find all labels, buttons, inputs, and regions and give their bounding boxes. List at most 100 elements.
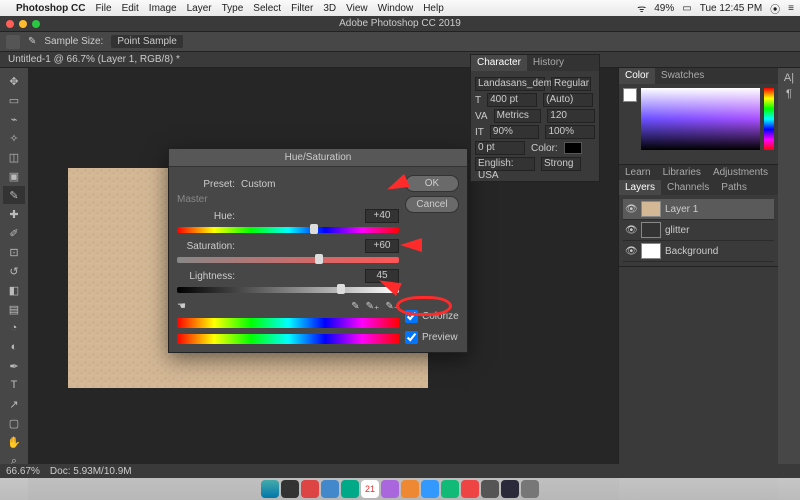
visibility-icon[interactable]: 👁 bbox=[625, 225, 637, 236]
lang-select[interactable]: English: USA bbox=[475, 157, 535, 171]
brush-tool[interactable]: ✐ bbox=[3, 224, 25, 242]
dock-app-icon[interactable] bbox=[401, 480, 419, 498]
spotlight-icon[interactable]: ⦿ bbox=[770, 1, 780, 16]
char-panel-icon[interactable]: A| bbox=[784, 72, 794, 84]
close-button[interactable] bbox=[6, 20, 14, 28]
para-panel-icon[interactable]: ¶ bbox=[786, 88, 792, 100]
layer-row[interactable]: 👁 Background bbox=[623, 241, 774, 262]
dock-app-icon[interactable] bbox=[341, 480, 359, 498]
move-tool[interactable]: ✥ bbox=[3, 72, 25, 90]
heal-tool[interactable]: ✚ bbox=[3, 205, 25, 223]
dock-app-icon[interactable] bbox=[441, 480, 459, 498]
saturation-slider[interactable] bbox=[177, 257, 399, 263]
menu-type[interactable]: Type bbox=[222, 3, 244, 14]
dock-app-icon[interactable] bbox=[381, 480, 399, 498]
swatches-tab[interactable]: Swatches bbox=[655, 68, 710, 84]
dock-app-icon[interactable] bbox=[481, 480, 499, 498]
libraries-tab[interactable]: Libraries bbox=[657, 165, 707, 180]
kerning-input[interactable]: 120 bbox=[547, 109, 595, 123]
finder-icon[interactable] bbox=[261, 480, 279, 498]
path-tool[interactable]: ↗ bbox=[3, 395, 25, 413]
cancel-button[interactable]: Cancel bbox=[405, 196, 459, 213]
dodge-tool[interactable]: ◐ bbox=[3, 338, 25, 356]
zoom-button[interactable] bbox=[32, 20, 40, 28]
adjustments-tab[interactable]: Adjustments bbox=[707, 165, 774, 180]
visibility-icon[interactable]: 👁 bbox=[625, 204, 637, 215]
pen-tool[interactable]: ✒ bbox=[3, 357, 25, 375]
home-icon[interactable] bbox=[6, 35, 20, 49]
paths-tab[interactable]: Paths bbox=[715, 180, 753, 195]
preview-checkbox[interactable] bbox=[405, 331, 418, 344]
color-tab[interactable]: Color bbox=[619, 68, 655, 84]
hscale-input[interactable]: 100% bbox=[545, 125, 595, 139]
channels-tab[interactable]: Channels bbox=[661, 180, 715, 195]
menu-image[interactable]: Image bbox=[149, 3, 177, 14]
fg-swatch[interactable] bbox=[623, 88, 637, 102]
wand-tool[interactable]: ✧ bbox=[3, 129, 25, 147]
saturation-input[interactable]: +60 bbox=[365, 239, 399, 253]
photoshop-dock-icon[interactable] bbox=[501, 480, 519, 498]
finger-icon[interactable]: ☚ bbox=[177, 301, 186, 312]
layer-name[interactable]: glitter bbox=[665, 225, 689, 236]
menu-view[interactable]: View bbox=[346, 3, 368, 14]
eyedrop-icon[interactable]: ✎ bbox=[351, 301, 359, 312]
launchpad-icon[interactable] bbox=[281, 480, 299, 498]
eyedrop-plus-icon[interactable]: ✎₊ bbox=[366, 301, 380, 312]
menu-layer[interactable]: Layer bbox=[187, 3, 212, 14]
aa-select[interactable]: Strong bbox=[541, 157, 581, 171]
character-tab[interactable]: Character bbox=[471, 55, 527, 71]
dock-app-icon[interactable] bbox=[461, 480, 479, 498]
lightness-slider[interactable] bbox=[177, 287, 399, 293]
size-input[interactable]: 400 pt bbox=[487, 93, 537, 107]
menu-help[interactable]: Help bbox=[423, 3, 444, 14]
tracking-input[interactable]: Metrics bbox=[494, 109, 542, 123]
eyedropper-icon[interactable]: ✎ bbox=[28, 36, 36, 47]
menu-window[interactable]: Window bbox=[378, 3, 414, 14]
text-color-swatch[interactable] bbox=[564, 142, 582, 154]
hue-slider[interactable] bbox=[177, 227, 399, 233]
calendar-icon[interactable]: 21 bbox=[361, 480, 379, 498]
lasso-tool[interactable]: ⌁ bbox=[3, 110, 25, 128]
ok-button[interactable]: OK bbox=[405, 175, 459, 192]
dock-app-icon[interactable] bbox=[301, 480, 319, 498]
leading-input[interactable]: (Auto) bbox=[543, 93, 593, 107]
menu-select[interactable]: Select bbox=[253, 3, 281, 14]
menu-3d[interactable]: 3D bbox=[323, 3, 336, 14]
menu-edit[interactable]: Edit bbox=[122, 3, 139, 14]
zoom-level[interactable]: 66.67% bbox=[6, 466, 40, 477]
eyedropper-tool[interactable]: ✎ bbox=[3, 186, 25, 204]
layer-name[interactable]: Background bbox=[665, 246, 718, 257]
vscale-input[interactable]: 90% bbox=[490, 125, 540, 139]
menubar-app[interactable]: Photoshop CC bbox=[16, 3, 85, 14]
history-brush-tool[interactable]: ↺ bbox=[3, 262, 25, 280]
notif-icon[interactable]: ≡ bbox=[788, 3, 794, 14]
preset-select[interactable]: Custom bbox=[241, 179, 399, 190]
blur-tool[interactable]: ◔ bbox=[3, 319, 25, 337]
learn-tab[interactable]: Learn bbox=[619, 165, 657, 180]
style-select[interactable]: Regular bbox=[551, 77, 591, 91]
layer-row[interactable]: 👁 glitter bbox=[623, 220, 774, 241]
dock-app-icon[interactable] bbox=[321, 480, 339, 498]
history-tab[interactable]: History bbox=[527, 55, 570, 71]
visibility-icon[interactable]: 👁 bbox=[625, 246, 637, 257]
clock[interactable]: Tue 12:45 PM bbox=[700, 3, 762, 14]
layers-tab[interactable]: Layers bbox=[619, 180, 661, 195]
document-tab[interactable]: Untitled-1 @ 66.7% (Layer 1, RGB/8) * bbox=[8, 54, 180, 65]
layer-row[interactable]: 👁 Layer 1 bbox=[623, 199, 774, 220]
stamp-tool[interactable]: ⊡ bbox=[3, 243, 25, 261]
hue-strip[interactable] bbox=[764, 88, 774, 150]
wifi-icon[interactable]: ᯤ bbox=[637, 1, 646, 15]
baseline-input[interactable]: 0 pt bbox=[475, 141, 525, 155]
frame-tool[interactable]: ▣ bbox=[3, 167, 25, 185]
crop-tool[interactable]: ◫ bbox=[3, 148, 25, 166]
master-select[interactable]: Master bbox=[177, 194, 247, 205]
hand-tool[interactable]: ✋ bbox=[3, 433, 25, 451]
eraser-tool[interactable]: ◧ bbox=[3, 281, 25, 299]
battery-icon[interactable]: ▭ bbox=[682, 3, 691, 14]
menu-filter[interactable]: Filter bbox=[291, 3, 313, 14]
marquee-tool[interactable]: ▭ bbox=[3, 91, 25, 109]
shape-tool[interactable]: ▢ bbox=[3, 414, 25, 432]
trash-icon[interactable] bbox=[521, 480, 539, 498]
font-select[interactable]: Landasans_demo05 bbox=[475, 77, 545, 91]
minimize-button[interactable] bbox=[19, 20, 27, 28]
